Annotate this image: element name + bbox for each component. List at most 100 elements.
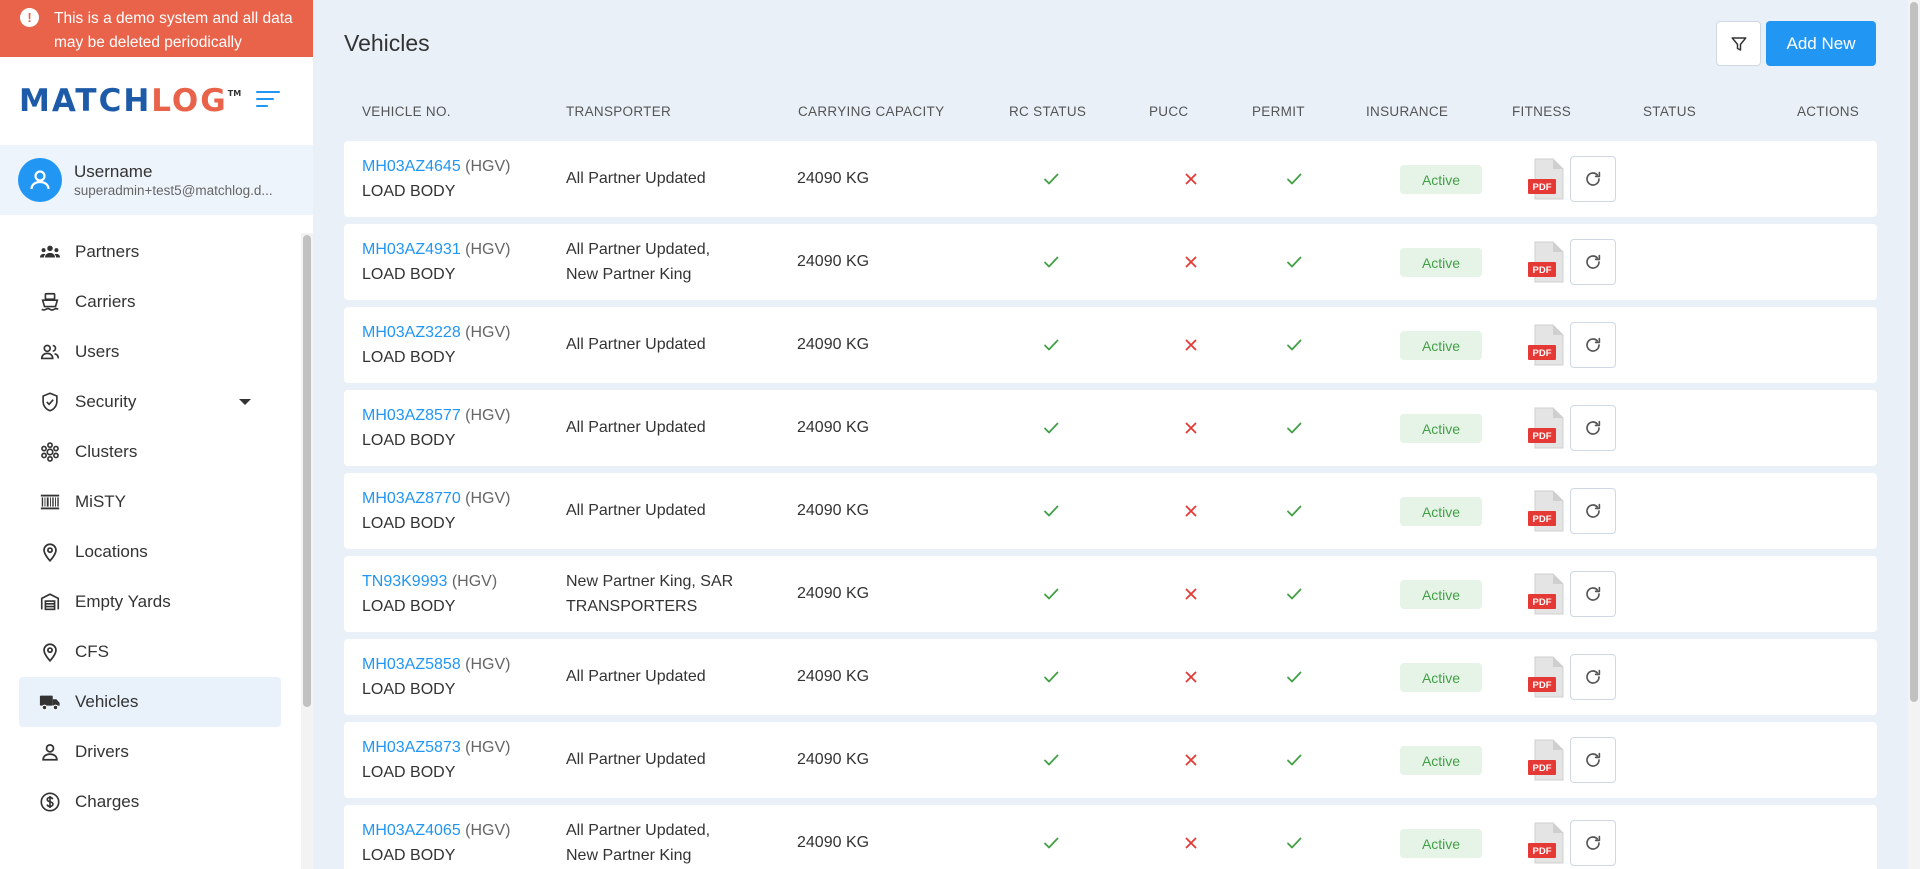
col-transporter[interactable]: TRANSPORTER	[566, 104, 671, 119]
sidebar-item-partners[interactable]: Partners	[19, 227, 281, 277]
transporter-cell: New Partner King, SAR TRANSPORTERS	[566, 569, 733, 619]
transporter-line: All Partner Updated	[566, 419, 706, 436]
check-icon	[1043, 503, 1059, 519]
refresh-button[interactable]	[1570, 571, 1616, 617]
col-status[interactable]: STATUS	[1643, 104, 1696, 119]
pdf-icon[interactable]: PDF	[1527, 572, 1567, 616]
sidebar-scrollbar[interactable]	[301, 233, 313, 869]
pdf-icon[interactable]: PDF	[1527, 738, 1567, 782]
page-title: Vehicles	[344, 30, 430, 56]
vehicle-number-link[interactable]: TN93K9993	[362, 573, 447, 590]
refresh-icon	[1586, 337, 1601, 352]
refresh-button[interactable]	[1570, 156, 1616, 202]
refresh-button[interactable]	[1570, 737, 1616, 783]
col-permit[interactable]: PERMIT	[1252, 104, 1305, 119]
refresh-button[interactable]	[1570, 820, 1616, 866]
pdf-icon[interactable]: PDF	[1527, 821, 1567, 865]
cross-icon	[1183, 503, 1199, 519]
check-icon	[1043, 586, 1059, 602]
col-rc-status[interactable]: RC STATUS	[1009, 104, 1086, 119]
sidebar-item-charges[interactable]: Charges	[19, 777, 281, 827]
pdf-icon[interactable]: PDF	[1527, 489, 1567, 533]
sidebar-item-misty[interactable]: MiSTY	[19, 477, 281, 527]
cross-icon	[1183, 586, 1199, 602]
demo-warning-banner: ! This is a demo system and all data may…	[0, 0, 313, 57]
vehicle-type: (HGV)	[465, 407, 511, 424]
ship-icon	[39, 291, 61, 313]
table-row: MH03AZ8577 (HGV) LOAD BODY All Partner Upd…	[344, 390, 1877, 466]
sidebar-item-drivers[interactable]: Drivers	[19, 727, 281, 777]
sidebar-item-security[interactable]: Security	[19, 377, 281, 427]
main-content: Vehicles Add New VEHICLE NO. TRANSPORTER…	[313, 0, 1920, 869]
vehicle-type: (HGV)	[465, 490, 511, 507]
vehicle-number-link[interactable]: MH03AZ4065	[362, 822, 461, 839]
cross-icon	[1183, 337, 1199, 353]
pdf-icon[interactable]: PDF	[1527, 655, 1567, 699]
menu-toggle-icon[interactable]	[256, 89, 280, 109]
pdf-icon[interactable]: PDF	[1527, 406, 1567, 450]
col-insurance[interactable]: INSURANCE	[1366, 104, 1448, 119]
cross-icon	[1183, 835, 1199, 851]
sidebar-item-locations[interactable]: Locations	[19, 527, 281, 577]
check-icon	[1286, 254, 1302, 270]
refresh-icon	[1586, 586, 1601, 601]
pdf-label: PDF	[1532, 846, 1552, 857]
user-profile-card[interactable]: Username superadmin+test5@matchlog.d...	[0, 145, 313, 215]
pdf-icon[interactable]: PDF	[1527, 240, 1567, 284]
sidebar-item-clusters[interactable]: Clusters	[19, 427, 281, 477]
chevron-down-icon[interactable]	[239, 399, 251, 405]
pdf-label: PDF	[1532, 348, 1552, 359]
refresh-button[interactable]	[1570, 654, 1616, 700]
vehicle-number-link[interactable]: MH03AZ8577	[362, 407, 461, 424]
status-badge: Active	[1400, 331, 1482, 360]
pdf-label: PDF	[1532, 182, 1552, 193]
pdf-icon[interactable]: PDF	[1527, 323, 1567, 367]
vehicle-cell: MH03AZ3228 (HGV) LOAD BODY	[362, 320, 511, 370]
sidebar-item-users[interactable]: Users	[19, 327, 281, 377]
refresh-icon	[1586, 420, 1601, 435]
filter-button[interactable]	[1716, 21, 1761, 66]
transporter-line: All Partner Updated	[566, 751, 706, 768]
main-scrollbar[interactable]	[1908, 0, 1920, 869]
refresh-button[interactable]	[1570, 405, 1616, 451]
check-icon	[1043, 835, 1059, 851]
carrying-capacity: 24090 KG	[797, 585, 870, 602]
vehicle-number-link[interactable]: MH03AZ4931	[362, 241, 461, 258]
vehicle-cell: MH03AZ8770 (HGV) LOAD BODY	[362, 486, 511, 536]
vehicle-number-link[interactable]: MH03AZ3228	[362, 324, 461, 341]
refresh-button[interactable]	[1570, 488, 1616, 534]
sidebar-item-carriers[interactable]: Carriers	[19, 277, 281, 327]
vehicle-number-link[interactable]: MH03AZ8770	[362, 490, 461, 507]
sidebar-item-empty-yards[interactable]: Empty Yards	[19, 577, 281, 627]
sidebar-item-cfs[interactable]: CFS	[19, 627, 281, 677]
pdf-icon[interactable]: PDF	[1527, 157, 1567, 201]
vehicle-number-link[interactable]: MH03AZ5873	[362, 739, 461, 756]
sidebar-item-vehicles[interactable]: Vehicles	[19, 677, 281, 727]
check-icon	[1286, 420, 1302, 436]
vehicle-type: (HGV)	[465, 158, 511, 175]
sidebar-item-label: CFS	[75, 642, 109, 661]
dollar-icon	[39, 791, 61, 813]
user-email: superadmin+test5@matchlog.d...	[74, 182, 273, 198]
sidebar-item-label: Clusters	[75, 442, 138, 461]
vehicle-number-link[interactable]: MH03AZ4645	[362, 158, 461, 175]
col-pucc[interactable]: PUCC	[1149, 104, 1188, 119]
refresh-button[interactable]	[1570, 322, 1616, 368]
check-icon	[1286, 171, 1302, 187]
carrying-capacity: 24090 KG	[797, 170, 870, 187]
carrying-capacity: 24090 KG	[797, 502, 870, 519]
vehicle-number-link[interactable]: MH03AZ5858	[362, 656, 461, 673]
col-vehicle-no[interactable]: VEHICLE NO.	[362, 104, 451, 119]
col-fitness[interactable]: FITNESS	[1512, 104, 1571, 119]
refresh-button[interactable]	[1570, 239, 1616, 285]
check-icon	[1286, 752, 1302, 768]
col-carrying-capacity[interactable]: CARRYING CAPACITY	[798, 104, 944, 119]
status-badge: Active	[1400, 165, 1482, 194]
matchlog-logo[interactable]: MATCHLOGTM	[19, 83, 241, 119]
add-new-button[interactable]: Add New	[1766, 21, 1876, 66]
table-row: MH03AZ4645 (HGV) LOAD BODY All Partner Upd…	[344, 141, 1877, 217]
check-icon	[1286, 835, 1302, 851]
status-badge: Active	[1400, 829, 1482, 858]
brand-row: MATCHLOGTM	[0, 57, 313, 145]
table-row: MH03AZ5858 (HGV) LOAD BODY All Partner Upd…	[344, 639, 1877, 715]
